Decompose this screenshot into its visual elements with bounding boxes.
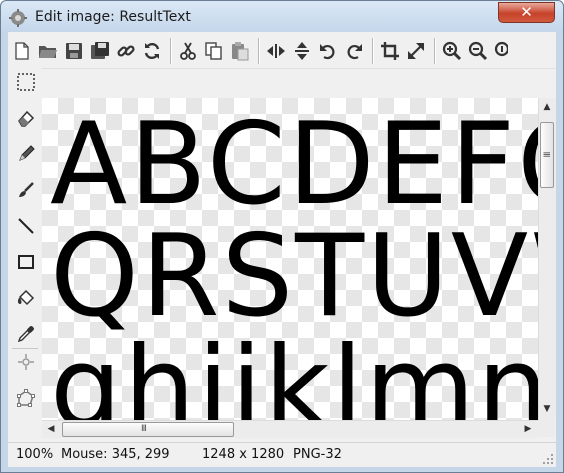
resize-icon[interactable]	[406, 41, 426, 61]
status-mouse: Mouse: 345, 299	[61, 447, 170, 462]
eraser-icon[interactable]	[16, 108, 36, 128]
image-canvas[interactable]: ABCDEFG QRSTUVW ghijklmn	[42, 98, 538, 420]
open-icon[interactable]	[38, 41, 58, 61]
close-icon: ✕	[520, 3, 533, 21]
horizontal-scroll-thumb[interactable]: III	[62, 422, 234, 437]
toolbar-separator	[258, 38, 259, 64]
rotate-left-icon[interactable]	[318, 41, 338, 61]
client-area: ABCDEFG QRSTUVW ghijklmn ▲ III ▼ ◀ III ▶…	[8, 32, 556, 467]
hotspot-icon[interactable]	[16, 352, 36, 372]
status-image-size: 1248 x 1280	[202, 447, 285, 462]
editor-window: Edit image: ResultText ✕ ABCDEF QRSTUV g…	[0, 0, 564, 473]
link-icon[interactable]	[116, 41, 136, 61]
scroll-grip: III	[540, 151, 551, 157]
scroll-down-icon[interactable]: ▼	[542, 404, 552, 414]
zoom-reset-icon[interactable]	[494, 41, 508, 61]
gear-app-icon	[9, 9, 27, 27]
horizontal-scrollbar[interactable]: ◀ III ▶	[42, 420, 538, 438]
fill-bucket-icon[interactable]	[16, 288, 36, 308]
scroll-up-icon[interactable]: ▲	[542, 102, 552, 112]
vertical-scroll-thumb[interactable]: III	[540, 122, 554, 188]
zoom-in-icon[interactable]	[442, 41, 462, 61]
polygon-icon[interactable]	[16, 388, 36, 408]
new-icon[interactable]	[12, 41, 32, 61]
copy-icon[interactable]	[204, 41, 224, 61]
close-button[interactable]: ✕	[498, 2, 555, 23]
zoom-out-icon[interactable]	[468, 41, 488, 61]
move-vertical-icon[interactable]	[292, 41, 312, 61]
eyedropper-icon[interactable]	[16, 324, 36, 344]
refresh-icon[interactable]	[142, 41, 162, 61]
glyph-row-2: QRSTUVW	[50, 210, 538, 342]
tool-sidebar	[8, 68, 42, 442]
paste-icon[interactable]	[230, 41, 250, 61]
toolbar-separator	[170, 38, 171, 64]
glyph-row-3: ghijklmn	[50, 322, 538, 421]
crop-icon[interactable]	[380, 41, 400, 61]
scroll-left-icon[interactable]: ◀	[46, 424, 56, 434]
toolbar-separator	[434, 38, 435, 64]
save-as-icon[interactable]	[90, 41, 110, 61]
window-title: Edit image: ResultText	[35, 9, 191, 25]
glyph-row-1: ABCDEFG	[50, 98, 538, 230]
scroll-right-icon[interactable]: ▶	[523, 424, 533, 434]
line-icon[interactable]	[16, 216, 36, 236]
cut-icon[interactable]	[178, 41, 198, 61]
status-bar: 100% Mouse: 345, 299 1248 x 1280 PNG-32	[8, 442, 556, 467]
vertical-scrollbar[interactable]: ▲ III ▼	[538, 98, 556, 420]
scroll-grip: III	[141, 424, 147, 434]
move-horizontal-icon[interactable]	[266, 41, 286, 61]
scrollbar-corner	[538, 420, 555, 437]
toolbar-separator	[372, 38, 373, 64]
save-icon[interactable]	[64, 41, 84, 61]
resize-grip-icon[interactable]	[542, 453, 554, 465]
brush-icon[interactable]	[16, 180, 36, 200]
status-zoom: 100%	[16, 447, 54, 462]
sidebar-separator	[12, 348, 38, 349]
pencil-icon[interactable]	[16, 144, 36, 164]
toolbar	[8, 32, 556, 69]
status-format: PNG-32	[293, 447, 342, 462]
title-bar[interactable]: Edit image: ResultText ✕	[1, 1, 563, 33]
rotate-right-icon[interactable]	[344, 41, 364, 61]
select-rect-icon[interactable]	[16, 72, 36, 92]
rectangle-icon[interactable]	[16, 252, 36, 272]
